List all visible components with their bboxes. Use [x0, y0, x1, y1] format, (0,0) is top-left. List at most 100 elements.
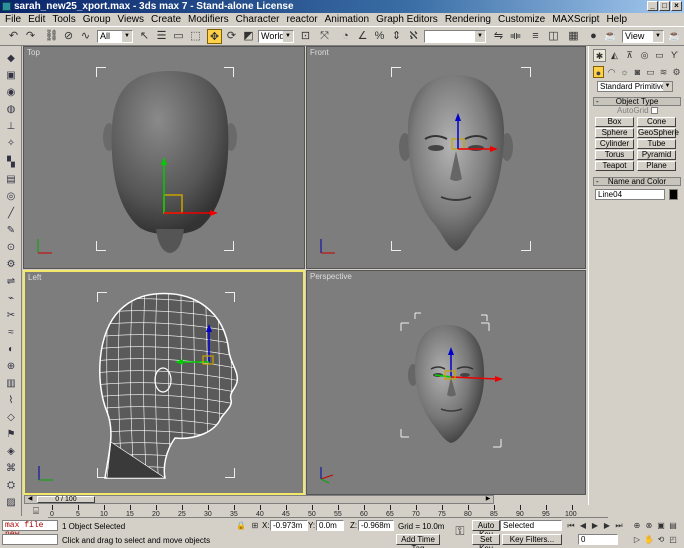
torus-button[interactable]: Torus: [595, 150, 634, 160]
time-slider[interactable]: ◀ 0 / 100 ▶: [24, 495, 494, 504]
x-coord-input[interactable]: -0.973m: [270, 520, 308, 531]
tool-strip-icon[interactable]: ⊙: [4, 241, 18, 254]
tool-strip-icon[interactable]: ⌘: [4, 462, 18, 475]
tool-strip-icon[interactable]: ⛭: [4, 479, 18, 492]
primitive-category-dropdown[interactable]: Standard Primitives ▼: [597, 81, 673, 92]
menu-modifiers[interactable]: Modifiers: [185, 13, 233, 26]
viewport-left[interactable]: Left: [23, 270, 305, 495]
menu-maxscript[interactable]: MAXScript: [549, 13, 603, 26]
tool-strip-icon[interactable]: ⌇: [4, 394, 18, 407]
render-type-dropdown[interactable]: View ▼: [622, 30, 664, 43]
align-icon[interactable]: ⟚: [508, 29, 523, 44]
viewport-front[interactable]: Front: [306, 46, 586, 269]
select-object-icon[interactable]: ↖: [137, 29, 152, 44]
plane-button[interactable]: Plane: [637, 161, 676, 171]
redo-icon[interactable]: ↷: [23, 29, 38, 44]
menu-create[interactable]: Create: [148, 13, 185, 26]
percent-snap-icon[interactable]: %: [372, 29, 387, 44]
next-frame-arrow-icon[interactable]: ▶: [483, 496, 493, 503]
zoom-all-icon[interactable]: ⊗: [644, 520, 654, 531]
unlink-icon[interactable]: ⊘: [61, 29, 76, 44]
set-key-mode-icon[interactable]: ⚿: [452, 525, 468, 537]
teapot-button[interactable]: Teapot: [595, 161, 634, 171]
arc-rotate-icon[interactable]: ⟲: [656, 534, 666, 545]
material-editor-icon[interactable]: ●: [586, 29, 601, 44]
tool-strip-icon[interactable]: ▣: [4, 69, 18, 82]
select-rotate-icon[interactable]: ⟳: [224, 29, 239, 44]
tool-strip-icon[interactable]: ✎: [4, 224, 18, 237]
snap-toggle-icon[interactable]: ◔: [338, 29, 353, 44]
maximize-button[interactable]: □: [659, 1, 670, 11]
autogrid-checkbox[interactable]: AutoGrid: [617, 106, 658, 115]
angle-snap-icon[interactable]: ∠: [355, 29, 370, 44]
cameras-icon[interactable]: ◙: [632, 66, 643, 78]
curve-editor-icon[interactable]: ◫: [546, 29, 561, 44]
object-name-input[interactable]: Line04: [595, 189, 665, 200]
tool-strip-icon[interactable]: ◆: [4, 52, 18, 65]
zoom-extents-all-icon[interactable]: ▤: [668, 520, 678, 531]
tool-strip-icon[interactable]: ✧: [4, 137, 18, 150]
tool-strip-icon[interactable]: ⇌: [4, 275, 18, 288]
trackbar[interactable]: 0 5 10 15 20 25 30 35 40 45 50 55 60 65 …: [48, 505, 608, 518]
next-frame-icon[interactable]: ▶: [602, 520, 612, 531]
maximize-viewport-icon[interactable]: ◰: [668, 534, 678, 545]
set-key-button[interactable]: Set Key: [472, 534, 500, 548]
modify-tab-icon[interactable]: ◭: [608, 49, 621, 62]
tool-strip-icon[interactable]: ⌁: [4, 292, 18, 305]
tool-strip-icon[interactable]: ◐: [4, 343, 18, 356]
tool-strip-icon[interactable]: ⊥: [4, 120, 18, 133]
viewport-perspective[interactable]: Perspective: [306, 270, 586, 495]
maxscript-listener-input[interactable]: max file new: [2, 520, 58, 539]
menu-customize[interactable]: Customize: [495, 13, 549, 26]
layer-manager-icon[interactable]: ≡: [528, 29, 543, 44]
name-and-color-rollout[interactable]: - Name and Color: [593, 177, 681, 186]
menu-character[interactable]: Character: [233, 13, 284, 26]
select-by-name-icon[interactable]: ☰: [154, 29, 169, 44]
bind-spacewarp-icon[interactable]: ∿: [78, 29, 93, 44]
current-frame-input[interactable]: 0: [578, 534, 618, 545]
key-mode-dropdown[interactable]: Selected: [500, 520, 562, 531]
edit-named-selection-icon[interactable]: ℵ: [406, 29, 421, 44]
tube-button[interactable]: Tube: [637, 139, 676, 149]
add-time-tag-button[interactable]: Add Time Tag: [396, 534, 440, 548]
utilities-tab-icon[interactable]: ϒ: [668, 49, 681, 62]
viewport-top[interactable]: Top: [23, 46, 305, 269]
geometry-icon[interactable]: ●: [593, 66, 604, 78]
quick-render-icon[interactable]: ☕: [667, 29, 682, 44]
tool-strip-icon[interactable]: ▤: [4, 173, 18, 186]
y-coord-input[interactable]: 0.0m: [316, 520, 344, 531]
geosphere-button[interactable]: GeoSphere: [637, 128, 679, 138]
object-type-rollout[interactable]: - Object Type: [593, 97, 681, 106]
pyramid-button[interactable]: Pyramid: [637, 150, 676, 160]
tool-strip-icon[interactable]: ⚑: [4, 428, 18, 441]
menu-file[interactable]: File: [2, 13, 25, 26]
zoom-extents-icon[interactable]: ▣: [656, 520, 666, 531]
reference-coordinate-dropdown[interactable]: World ▼: [258, 30, 294, 43]
go-to-start-icon[interactable]: ⏮: [566, 520, 576, 531]
create-tab-icon[interactable]: ✱: [593, 49, 606, 62]
tool-strip-icon[interactable]: ✂: [4, 309, 18, 322]
tool-strip-icon[interactable]: ▨: [4, 496, 18, 509]
zoom-icon[interactable]: ⊕: [632, 520, 642, 531]
box-button[interactable]: Box: [595, 117, 634, 127]
tool-strip-icon[interactable]: ╱: [4, 207, 18, 220]
named-selection-sets-dropdown[interactable]: ▼: [424, 30, 486, 43]
cone-button[interactable]: Cone: [637, 117, 676, 127]
tool-strip-icon[interactable]: ≈: [4, 326, 18, 339]
tool-strip-icon[interactable]: ⚙: [4, 258, 18, 271]
display-tab-icon[interactable]: ▭: [653, 49, 666, 62]
field-of-view-icon[interactable]: ▷: [632, 534, 642, 545]
hierarchy-tab-icon[interactable]: ⊼: [623, 49, 636, 62]
motion-tab-icon[interactable]: ◎: [638, 49, 651, 62]
close-button[interactable]: ×: [671, 1, 682, 11]
go-to-end-icon[interactable]: ⏭: [614, 520, 624, 531]
mirror-icon[interactable]: ⇋: [491, 29, 506, 44]
play-icon[interactable]: ▶: [590, 520, 600, 531]
lights-icon[interactable]: ☼: [619, 66, 630, 78]
menu-group[interactable]: Group: [80, 13, 115, 26]
window-crossing-icon[interactable]: ⬚: [188, 29, 203, 44]
pan-icon[interactable]: ✋: [644, 534, 654, 545]
select-move-icon[interactable]: ✥: [207, 29, 222, 44]
menu-help[interactable]: Help: [603, 13, 631, 26]
menu-reactor[interactable]: reactor: [284, 13, 322, 26]
